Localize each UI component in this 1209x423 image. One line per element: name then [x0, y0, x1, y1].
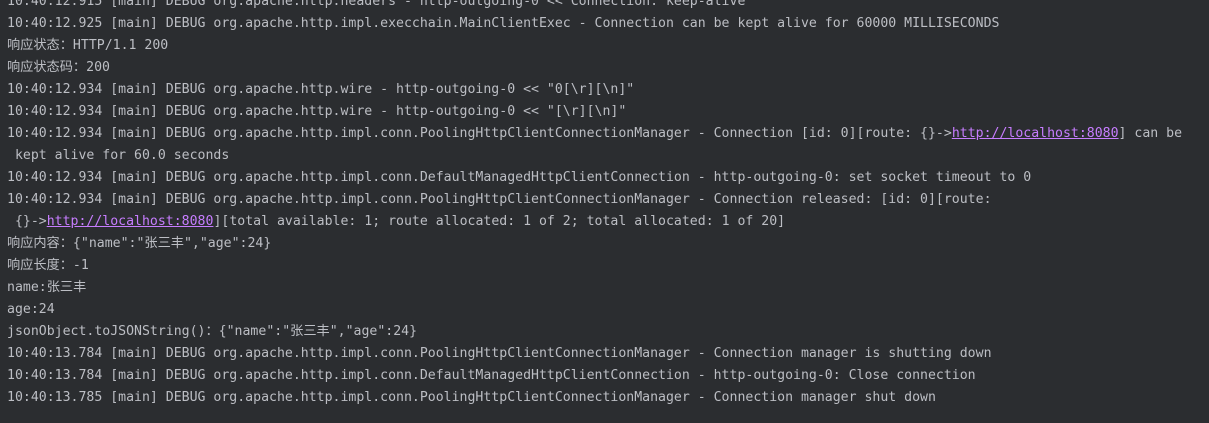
console-text: 10:40:12.925 [main] DEBUG org.apache.htt…	[7, 16, 1000, 31]
console-line: 10:40:13.784 [main] DEBUG org.apache.htt…	[0, 365, 1209, 387]
console-text: 10:40:13.784 [main] DEBUG org.apache.htt…	[7, 368, 976, 383]
console-text: 响应状态码：200	[7, 60, 110, 75]
console-text: {}->	[7, 214, 47, 229]
console-text: 10:40:12.934 [main] DEBUG org.apache.htt…	[7, 126, 952, 141]
console-line: name:张三丰	[0, 277, 1209, 299]
console-text: 10:40:13.784 [main] DEBUG org.apache.htt…	[7, 346, 992, 361]
console-text: 响应状态：HTTP/1.1 200	[7, 38, 169, 53]
console-text: 响应内容：{"name":"张三丰","age":24}	[7, 236, 272, 251]
console-line: 10:40:12.934 [main] DEBUG org.apache.htt…	[0, 79, 1209, 101]
console-line: 10:40:12.934 [main] DEBUG org.apache.htt…	[0, 123, 1209, 145]
console-output[interactable]: 10:40:12.915 [main] DEBUG org.apache.htt…	[0, 0, 1209, 409]
console-line: 10:40:12.934 [main] DEBUG org.apache.htt…	[0, 101, 1209, 123]
console-text: ][total available: 1; route allocated: 1…	[213, 214, 786, 229]
console-line: kept alive for 60.0 seconds	[0, 145, 1209, 167]
console-text: age:24	[7, 302, 55, 317]
console-text: 10:40:12.934 [main] DEBUG org.apache.htt…	[7, 104, 627, 119]
console-text: 10:40:12.934 [main] DEBUG org.apache.htt…	[7, 192, 992, 207]
console-line: 响应内容：{"name":"张三丰","age":24}	[0, 233, 1209, 255]
console-text: ] can be	[1118, 126, 1183, 141]
console-line: 10:40:13.784 [main] DEBUG org.apache.htt…	[0, 343, 1209, 365]
console-text: 10:40:12.915 [main] DEBUG org.apache.htt…	[7, 0, 746, 9]
console-text: 响应长度：-1	[7, 258, 89, 273]
console-line: 10:40:12.934 [main] DEBUG org.apache.htt…	[0, 167, 1209, 189]
console-link[interactable]: http://localhost:8080	[952, 126, 1119, 141]
console-text: 10:40:12.934 [main] DEBUG org.apache.htt…	[7, 170, 1032, 185]
console-line: jsonObject.toJSONString()：{"name":"张三丰",…	[0, 321, 1209, 343]
console-text: kept alive for 60.0 seconds	[7, 148, 230, 163]
console-line: 10:40:12.934 [main] DEBUG org.apache.htt…	[0, 189, 1209, 211]
console-line: 10:40:12.915 [main] DEBUG org.apache.htt…	[0, 0, 1209, 13]
console-line: 10:40:13.785 [main] DEBUG org.apache.htt…	[0, 387, 1209, 409]
console-line: 响应状态码：200	[0, 57, 1209, 79]
console-text: name:张三丰	[7, 280, 87, 295]
console-text: 10:40:12.934 [main] DEBUG org.apache.htt…	[7, 82, 635, 97]
console-line: 响应状态：HTTP/1.1 200	[0, 35, 1209, 57]
console-line: age:24	[0, 299, 1209, 321]
console-text: jsonObject.toJSONString()：{"name":"张三丰",…	[7, 324, 418, 339]
console-line: 响应长度：-1	[0, 255, 1209, 277]
console-text: 10:40:13.785 [main] DEBUG org.apache.htt…	[7, 390, 936, 405]
console-line: {}->http://localhost:8080][total availab…	[0, 211, 1209, 233]
console-link[interactable]: http://localhost:8080	[47, 214, 214, 229]
console-line: 10:40:12.925 [main] DEBUG org.apache.htt…	[0, 13, 1209, 35]
